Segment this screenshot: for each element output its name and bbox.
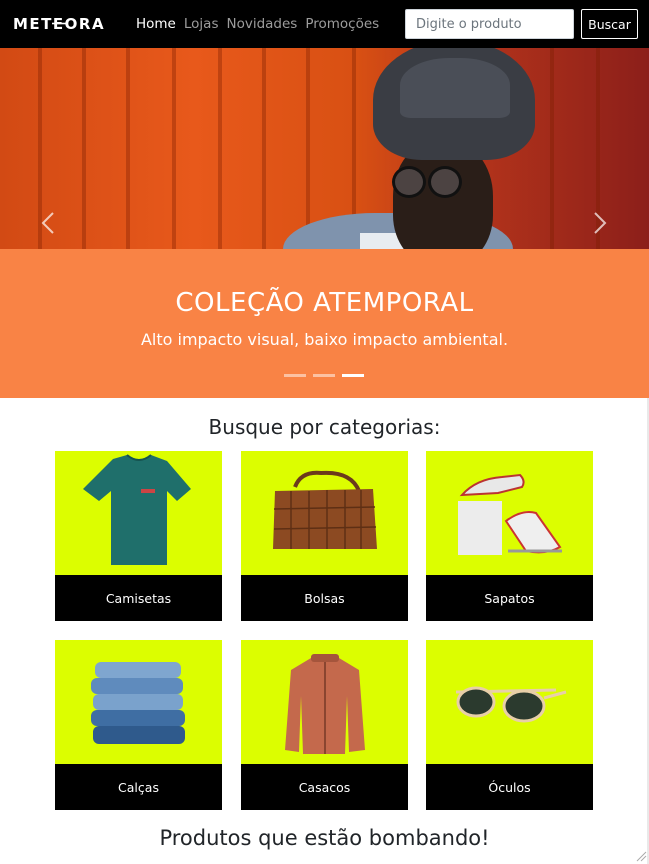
meteora-logo: METEORA [13,16,104,32]
category-card-calcas[interactable]: Calças [55,640,222,810]
nav-link-home[interactable]: Home [136,16,176,32]
chevron-right-icon [594,212,607,234]
wall-plank [218,48,222,249]
category-image [426,640,593,764]
model-hat-crown [400,58,510,118]
hero-subtitle: Alto impacto visual, baixo impacto ambie… [140,330,509,349]
resize-grip-icon[interactable] [635,850,647,862]
category-label: Casacos [241,764,408,810]
category-image [241,451,408,575]
handbag-icon [273,470,377,549]
category-card-casacos[interactable]: Casacos [241,640,408,810]
category-card-sapatos[interactable]: Sapatos [426,451,593,621]
nav-menu: Home Lojas Novidades Promoções [136,0,387,48]
wall-plank [82,48,86,249]
category-card-bolsas[interactable]: Bolsas [241,451,408,621]
sneakers-icon [458,473,562,555]
trending-title: Produtos que estão bombando! [159,826,490,850]
carousel-next-button[interactable] [590,208,610,238]
nav-link-lojas[interactable]: Lojas [184,16,219,32]
brand-logo[interactable]: METEORA [13,14,113,34]
category-label: Óculos [426,764,593,810]
wall-plank [126,48,130,249]
category-image [426,451,593,575]
sunglasses-icon [455,686,567,723]
category-label: Camisetas [55,575,222,621]
tshirt-icon [83,454,191,565]
search-input[interactable] [405,9,574,39]
category-label: Sapatos [426,575,593,621]
category-image [55,451,222,575]
categories-title: Busque por categorias: [208,415,441,439]
category-image [241,640,408,764]
category-label: Calças [55,764,222,810]
nav-link-promocoes[interactable]: Promoções [305,16,379,32]
jacket-icon [285,654,365,754]
category-label: Bolsas [241,575,408,621]
hero-banner-image [0,48,649,249]
wall-plank [550,48,554,249]
wall-plank [262,48,266,249]
carousel-indicator-2[interactable] [313,374,335,377]
jeans-icon [91,662,185,744]
hero-title: COLEÇÃO ATEMPORAL [175,288,474,318]
carousel-indicator-3[interactable] [342,374,364,377]
chevron-left-icon [41,212,54,234]
carousel-indicator-1[interactable] [284,374,306,377]
model-glasses [392,166,464,198]
carousel-prev-button[interactable] [38,208,58,238]
category-card-camisetas[interactable]: Camisetas [55,451,222,621]
category-image [55,640,222,764]
nav-link-novidades[interactable]: Novidades [226,16,297,32]
wall-plank [172,48,176,249]
navbar: METEORA Home Lojas Novidades Promoções B… [0,0,649,48]
category-card-oculos[interactable]: Óculos [426,640,593,810]
wall-plank [306,48,310,249]
carousel-indicators [284,374,371,377]
search-button[interactable]: Buscar [581,9,638,39]
